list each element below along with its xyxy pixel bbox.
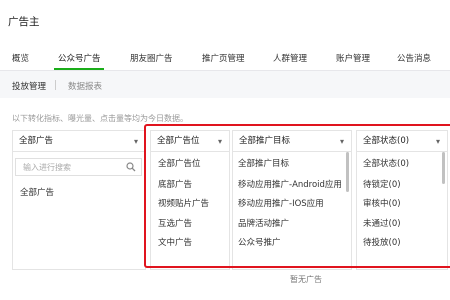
ad-search-box bbox=[15, 158, 142, 176]
all-ads-option[interactable]: 全部广告 bbox=[20, 186, 54, 198]
tab-official-account-ads[interactable]: 公众号广告 bbox=[58, 52, 101, 64]
data-hint: 以下转化指标、曝光量、点击量等均为今日数据。 bbox=[12, 114, 188, 123]
all-ads-filter-panel: 全部广告 ▾ bbox=[12, 130, 146, 270]
all-ads-dropdown-label: 全部广告 bbox=[19, 136, 54, 146]
main-tabs: 概览 公众号广告 朋友圈广告 推广页管理 人群管理 账户管理 公告消息 bbox=[0, 48, 450, 70]
chevron-down-icon: ▾ bbox=[133, 137, 138, 146]
subtab-divider bbox=[55, 80, 56, 90]
all-ads-dropdown[interactable]: 全部广告 ▾ bbox=[13, 131, 145, 152]
tab-announcements[interactable]: 公告消息 bbox=[397, 52, 431, 64]
highlight-annotation-box bbox=[144, 124, 450, 268]
tab-audience-management[interactable]: 人群管理 bbox=[273, 52, 307, 64]
page-title: 广告主 bbox=[8, 16, 40, 28]
tab-moments-ads[interactable]: 朋友圈广告 bbox=[130, 52, 173, 64]
empty-state-text: 暂无广告 bbox=[290, 275, 322, 284]
subtab-delivery-management[interactable]: 投放管理 bbox=[12, 80, 46, 92]
subtab-data-report[interactable]: 数据报表 bbox=[68, 80, 102, 92]
tab-overview[interactable]: 概览 bbox=[12, 52, 29, 64]
tab-landing-page-management[interactable]: 推广页管理 bbox=[202, 52, 245, 64]
tab-account-management[interactable]: 账户管理 bbox=[336, 52, 370, 64]
ad-search-input[interactable] bbox=[16, 159, 116, 175]
search-icon[interactable] bbox=[126, 162, 136, 172]
